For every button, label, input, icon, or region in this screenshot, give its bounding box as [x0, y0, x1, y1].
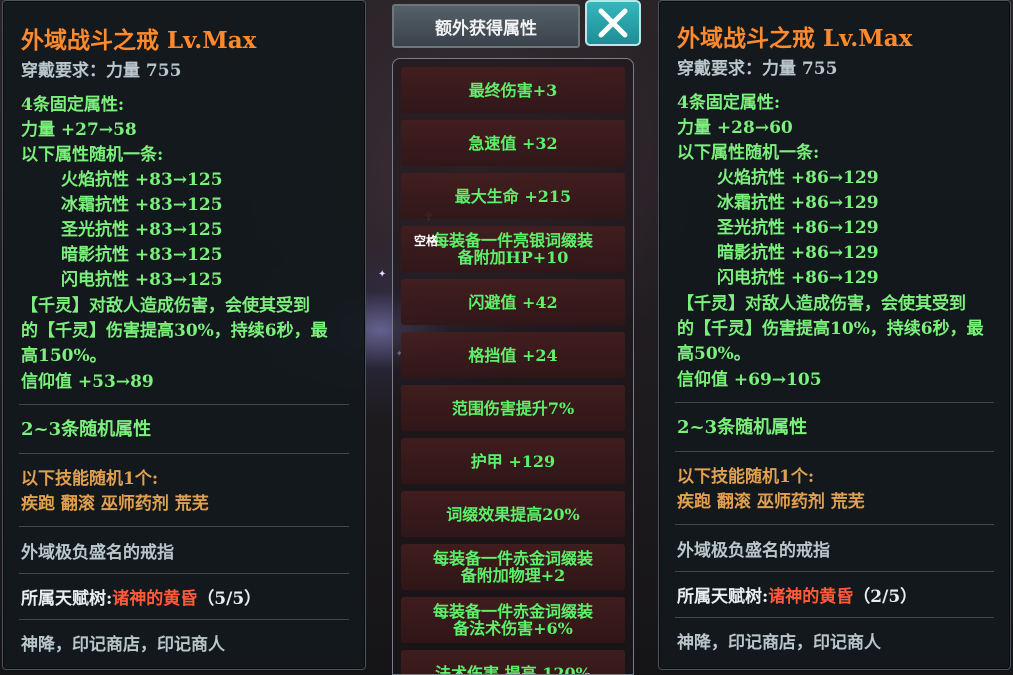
effect-text-line: 【千灵】对敌人造成伤害，会使其受到 — [21, 296, 310, 316]
effect-text-line: 高150%。 — [21, 346, 107, 366]
item-source: 神降，印记商店，印记商人 — [21, 635, 225, 655]
wear-requirement: 穿戴要求：力量 755 — [677, 59, 838, 79]
extra-attribute[interactable]: 护甲 +129 — [401, 438, 625, 484]
divider — [19, 453, 349, 454]
extra-attributes-list: 最终伤害+3 急速值 +32 最大生命 +215 每装备一件亮银词缀装 备附加H… — [392, 58, 634, 675]
random-attribute-header: 以下属性随机一条: — [677, 143, 820, 163]
wear-requirement: 穿戴要求：力量 755 — [21, 61, 182, 81]
skill-list: 疾跑 翻滚 巫师药剂 荒芜 — [677, 492, 865, 512]
effect-text-line: 高50%。 — [677, 344, 751, 364]
divider — [19, 619, 349, 620]
effect-text-line: 的【千灵】伤害提高10%，持续6秒，最 — [677, 319, 984, 339]
fire-resist: 火焰抗性 +86→129 — [717, 168, 879, 188]
extra-attribute[interactable]: 每装备一件赤金词缀装 备法术伤害+6% — [401, 597, 625, 643]
blank-label: 空格 — [414, 234, 439, 248]
item-tooltip-right: 外域战斗之戒 Lv.Max 穿戴要求：力量 755 4条固定属性: 力量 +28… — [658, 0, 1011, 670]
fixed-attributes-header: 4条固定属性: — [21, 95, 125, 115]
random-attribute-header: 以下属性随机一条: — [21, 145, 164, 165]
item-description: 外域极负盛名的戒指 — [21, 543, 174, 563]
strength-stat: 力量 +28→60 — [677, 118, 793, 138]
extra-attribute[interactable]: 最大生命 +215 — [401, 173, 625, 219]
talent-tree-label: 所属天赋树: — [677, 587, 769, 607]
frost-resist: 冰霜抗性 +86→129 — [717, 193, 879, 213]
extra-attribute[interactable]: 法术伤害 提高 120% — [401, 650, 625, 674]
shadow-resist: 暗影抗性 +86→129 — [717, 243, 879, 263]
extra-attribute[interactable]: 格挡值 +24 — [401, 332, 625, 378]
talent-tree-name: 诸神的黄昏 — [768, 587, 854, 607]
extra-attribute[interactable]: 范围伤害提升7% — [401, 385, 625, 431]
divider — [675, 451, 994, 452]
talent-tree-line: 所属天赋树:诸神的黄昏（2/5） — [677, 582, 917, 607]
extra-attribute[interactable]: 词缀效果提高20% — [401, 491, 625, 537]
holy-resist: 圣光抗性 +83→125 — [61, 220, 223, 240]
item-source: 神降，印记商店，印记商人 — [677, 633, 881, 653]
effect-text-line: 【千灵】对敌人造成伤害，会使其受到 — [677, 294, 966, 314]
item-tooltip-left: 外域战斗之戒 Lv.Max 穿戴要求：力量 755 4条固定属性: 力量 +27… — [2, 0, 366, 670]
extra-attribute[interactable]: 每装备一件赤金词缀装 备附加物理+2 — [401, 544, 625, 590]
faith-stat: 信仰值 +53→89 — [21, 372, 154, 392]
talent-tree-line: 所属天赋树:诸神的黄昏（5/5） — [21, 584, 261, 609]
extra-attributes-header: 额外获得属性 — [392, 4, 580, 48]
faith-stat: 信仰值 +69→105 — [677, 370, 822, 390]
divider — [675, 571, 994, 572]
talent-tree-label: 所属天赋树: — [21, 589, 113, 609]
frost-resist: 冰霜抗性 +83→125 — [61, 195, 223, 215]
random-attributes-count: 2~3条随机属性 — [677, 417, 808, 438]
close-button[interactable] — [585, 0, 641, 46]
talent-tree-name: 诸神的黄昏 — [112, 589, 198, 609]
divider — [19, 573, 349, 574]
divider — [19, 526, 349, 527]
item-description: 外域极负盛名的戒指 — [677, 541, 830, 561]
item-title: 外域战斗之戒 Lv.Max — [677, 25, 913, 52]
talent-tree-count: （5/5） — [197, 589, 262, 609]
random-attributes-count: 2~3条随机属性 — [21, 419, 152, 440]
extra-attribute[interactable]: 闪避值 +42 — [401, 279, 625, 325]
divider — [675, 617, 994, 618]
strength-stat: 力量 +27→58 — [21, 120, 137, 140]
divider — [675, 402, 994, 403]
divider — [19, 404, 349, 405]
close-icon — [598, 8, 628, 38]
item-title: 外域战斗之戒 Lv.Max — [21, 27, 257, 54]
skill-header: 以下技能随机1个: — [677, 467, 815, 487]
extra-attribute[interactable]: 急速值 +32 — [401, 120, 625, 166]
fire-resist: 火焰抗性 +83→125 — [61, 170, 223, 190]
skill-header: 以下技能随机1个: — [21, 469, 159, 489]
fixed-attributes-header: 4条固定属性: — [677, 93, 781, 113]
lightning-resist: 闪电抗性 +83→125 — [61, 270, 223, 290]
holy-resist: 圣光抗性 +86→129 — [717, 218, 879, 238]
shadow-resist: 暗影抗性 +83→125 — [61, 245, 223, 265]
lightning-resist: 闪电抗性 +86→129 — [717, 268, 879, 288]
extra-attribute[interactable]: 最终伤害+3 — [401, 67, 625, 113]
skill-list: 疾跑 翻滚 巫师药剂 荒芜 — [21, 494, 209, 514]
talent-tree-count: （2/5） — [853, 587, 918, 607]
divider — [675, 524, 994, 525]
sparkle-icon: ✦ — [378, 269, 387, 280]
effect-text-line: 的【千灵】伤害提高30%，持续6秒，最 — [21, 321, 328, 341]
